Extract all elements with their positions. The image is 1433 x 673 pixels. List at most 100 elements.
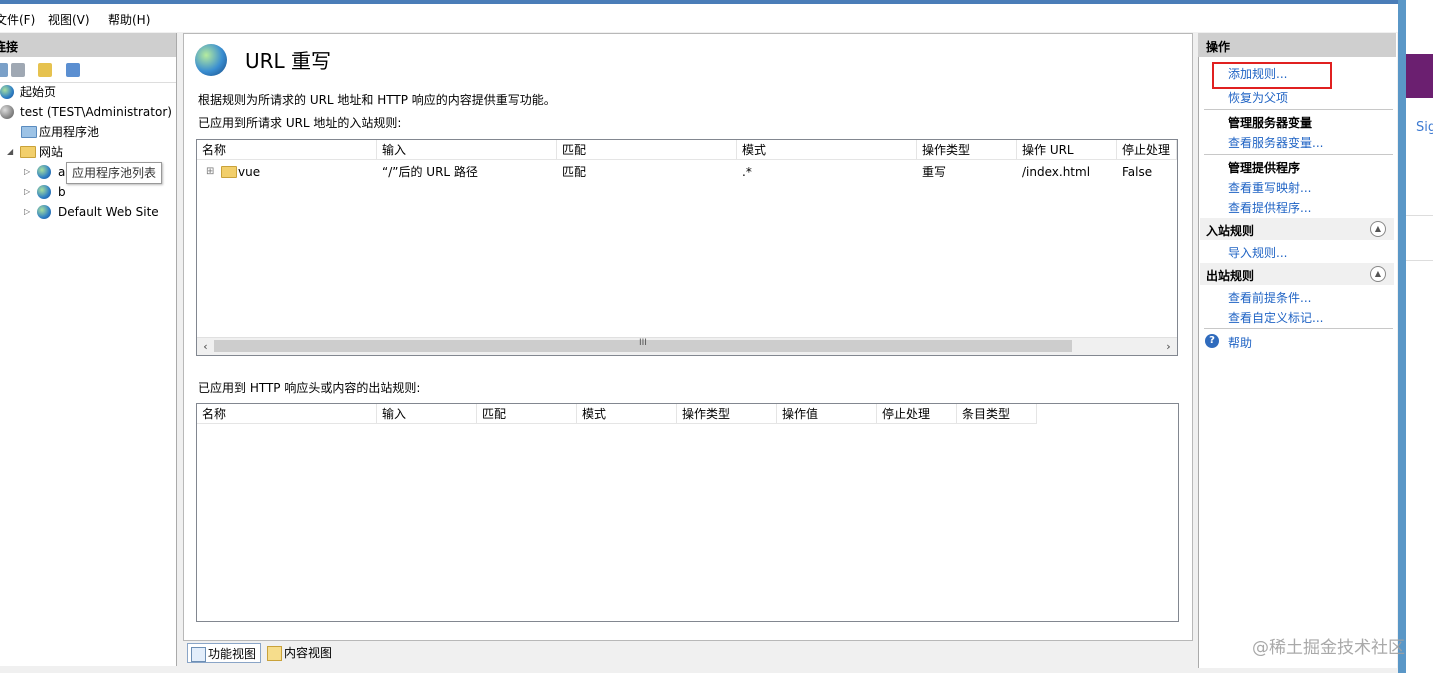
connections-toolbar bbox=[0, 58, 176, 83]
actions-header-label: 操作 bbox=[1206, 40, 1231, 54]
cell-name: vue bbox=[238, 165, 261, 179]
section-title: 出站规则 bbox=[1206, 269, 1255, 283]
cell-action-url: /index.html bbox=[1022, 165, 1091, 179]
view-custom-tags-link[interactable]: 查看自定义标记... bbox=[1228, 309, 1323, 326]
column-header-match[interactable]: 匹配 bbox=[557, 140, 737, 160]
tree-item-app-pools[interactable]: 应用程序池 bbox=[0, 122, 170, 142]
manage-providers-title: 管理提供程序 bbox=[1228, 161, 1301, 175]
collapse-up-icon[interactable]: ▲ bbox=[1370, 221, 1386, 237]
table-row[interactable]: ⊞ vue “/”后的 URL 路径 匹配 .* 重写 /index.html … bbox=[197, 162, 1177, 182]
cell-pattern: .* bbox=[742, 165, 752, 179]
import-rules-link[interactable]: 导入规则... bbox=[1228, 244, 1287, 261]
watermark: @稀土掘金技术社区 bbox=[1252, 638, 1405, 658]
scroll-right-icon[interactable]: › bbox=[1160, 338, 1177, 355]
inbound-rules-label: 已应用到所请求 URL 地址的入站规则: bbox=[198, 116, 402, 130]
site-globe-icon bbox=[37, 185, 51, 199]
content-view-icon bbox=[267, 646, 282, 661]
column-header-action-type[interactable]: 操作类型 bbox=[677, 404, 777, 424]
background-window-text: Sig bbox=[1416, 120, 1433, 135]
collapse-arrow-icon[interactable]: ◢ bbox=[7, 142, 13, 162]
outbound-rules-label: 已应用到 HTTP 响应头或内容的出站规则: bbox=[198, 381, 421, 395]
inbound-rules-grid: 名称 输入 匹配 模式 操作类型 操作 URL 停止处理 ⊞ vue “/”后的… bbox=[196, 139, 1178, 356]
view-rewrite-maps-link[interactable]: 查看重写映射... bbox=[1228, 179, 1311, 196]
column-header-stop[interactable]: 停止处理 bbox=[1117, 140, 1177, 160]
cell-stop: False bbox=[1122, 165, 1153, 179]
divider bbox=[1204, 154, 1393, 155]
tree-item-sites[interactable]: ◢ 网站 bbox=[0, 142, 170, 162]
tree-item-site-b[interactable]: ▷ b bbox=[0, 182, 170, 202]
column-header-name[interactable]: 名称 bbox=[197, 140, 377, 160]
revert-to-parent-link[interactable]: 恢复为父项 bbox=[1228, 89, 1288, 106]
column-header-match[interactable]: 匹配 bbox=[477, 404, 577, 424]
divider bbox=[1204, 109, 1393, 110]
cell-action-type: 重写 bbox=[922, 165, 947, 179]
tree-item-default-web-site[interactable]: ▷ Default Web Site bbox=[0, 202, 170, 222]
help-icon[interactable]: ? bbox=[1205, 334, 1219, 348]
tree-item-site-a[interactable]: ▷ a bbox=[0, 162, 65, 182]
expand-arrow-icon[interactable]: ▷ bbox=[24, 202, 30, 222]
tree-item-label: 应用程序池 bbox=[39, 125, 100, 139]
column-header-pattern[interactable]: 模式 bbox=[577, 404, 677, 424]
menu-help[interactable]: 帮助(H) bbox=[108, 11, 150, 28]
collapse-up-icon[interactable]: ▲ bbox=[1370, 266, 1386, 282]
tab-content-view[interactable]: 内容视图 bbox=[264, 643, 344, 663]
expand-arrow-icon[interactable]: ▷ bbox=[24, 162, 30, 182]
menu-bar: 文件(F) 视图(V) 帮助(H) bbox=[0, 4, 1400, 33]
disconnect-icon[interactable] bbox=[66, 63, 80, 77]
expand-plus-icon[interactable]: ⊞ bbox=[201, 162, 214, 182]
create-connection-icon[interactable] bbox=[38, 63, 52, 77]
divider bbox=[1204, 328, 1393, 329]
tab-features-view[interactable]: 功能视图 bbox=[187, 643, 261, 663]
tree-item-start-page[interactable]: 起始页 bbox=[0, 82, 170, 102]
horizontal-scrollbar[interactable]: ‹ III › bbox=[197, 337, 1177, 355]
window-frame-right bbox=[1398, 0, 1406, 673]
actions-header: 操作 bbox=[1198, 33, 1396, 57]
app-pools-icon bbox=[21, 126, 37, 138]
tree-item-label: 起始页 bbox=[20, 85, 57, 99]
view-preconditions-link[interactable]: 查看前提条件... bbox=[1228, 289, 1311, 306]
tree-item-server[interactable]: test (TEST\Administrator) bbox=[0, 102, 172, 122]
background-divider bbox=[1406, 260, 1433, 261]
scrollbar-thumb[interactable]: III bbox=[214, 338, 1072, 352]
section-title: 入站规则 bbox=[1206, 224, 1255, 238]
column-header-input[interactable]: 输入 bbox=[377, 140, 557, 160]
column-header-name[interactable]: 名称 bbox=[197, 404, 377, 424]
help-link[interactable]: 帮助 bbox=[1228, 334, 1252, 351]
manage-server-vars-title: 管理服务器变量 bbox=[1228, 116, 1313, 130]
page-title: URL 重写 bbox=[245, 49, 332, 73]
background-divider bbox=[1406, 215, 1433, 216]
expand-arrow-icon[interactable]: ▷ bbox=[24, 182, 30, 202]
site-globe-icon bbox=[37, 165, 51, 179]
column-header-entry-type[interactable]: 条目类型 bbox=[957, 404, 1037, 424]
cell-match: 匹配 bbox=[562, 165, 587, 179]
connections-header: 连接 bbox=[0, 33, 176, 57]
column-header-pattern[interactable]: 模式 bbox=[737, 140, 917, 160]
column-header-action-value[interactable]: 操作值 bbox=[777, 404, 877, 424]
grid-header: 名称 输入 匹配 模式 操作类型 操作 URL 停止处理 bbox=[197, 140, 1177, 160]
menu-view[interactable]: 视图(V) bbox=[48, 11, 90, 28]
view-server-vars-link[interactable]: 查看服务器变量... bbox=[1228, 134, 1323, 151]
scroll-left-icon[interactable]: ‹ bbox=[197, 338, 214, 355]
view-providers-link[interactable]: 查看提供程序... bbox=[1228, 199, 1311, 216]
column-header-action-url[interactable]: 操作 URL bbox=[1017, 140, 1117, 160]
column-header-stop[interactable]: 停止处理 bbox=[877, 404, 957, 424]
tree-item-label: 网站 bbox=[39, 145, 64, 159]
column-header-input[interactable]: 输入 bbox=[377, 404, 477, 424]
sites-folder-icon bbox=[20, 146, 36, 158]
page-description: 根据规则为所请求的 URL 地址和 HTTP 响应的内容提供重写功能。 bbox=[198, 93, 556, 107]
menu-file[interactable]: 文件(F) bbox=[0, 11, 35, 28]
tree-item-label: b bbox=[58, 185, 66, 199]
column-header-action-type[interactable]: 操作类型 bbox=[917, 140, 1017, 160]
features-view-icon bbox=[191, 647, 206, 662]
grip-icon: III bbox=[639, 338, 647, 348]
site-globe-icon bbox=[37, 205, 51, 219]
inbound-rules-section-header[interactable]: 入站规则 ▲ bbox=[1200, 218, 1394, 240]
tooltip: 应用程序池列表 bbox=[66, 162, 163, 184]
outbound-rules-section-header[interactable]: 出站规则 ▲ bbox=[1200, 263, 1394, 285]
back-icon[interactable] bbox=[0, 63, 8, 77]
cell-input: “/”后的 URL 路径 bbox=[382, 165, 478, 179]
highlight-box bbox=[1212, 62, 1332, 89]
start-page-icon bbox=[0, 85, 14, 99]
save-icon[interactable] bbox=[11, 63, 25, 77]
url-rewrite-globe-icon bbox=[195, 44, 227, 76]
